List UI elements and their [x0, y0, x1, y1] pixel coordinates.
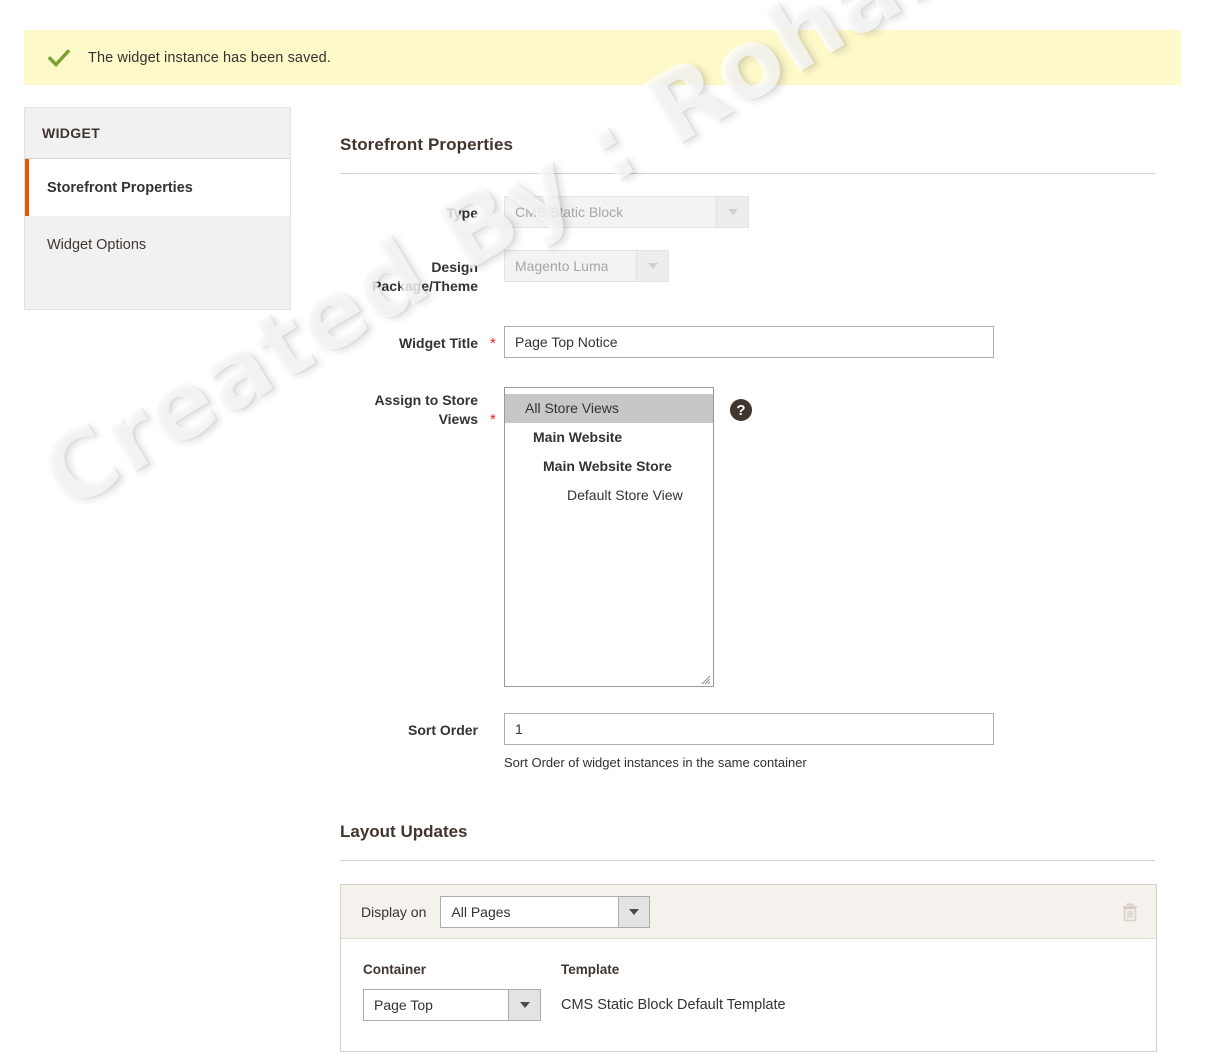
design-theme-label: Design Package/Theme: [372, 259, 478, 294]
sidebar-item-storefront-properties[interactable]: Storefront Properties: [25, 159, 290, 216]
widget-title-label: Widget Title: [399, 335, 478, 351]
type-select-value: CMS Static Block: [515, 204, 624, 220]
sort-order-input[interactable]: [504, 713, 994, 745]
type-select[interactable]: CMS Static Block: [504, 196, 749, 228]
trash-icon[interactable]: [1118, 900, 1142, 924]
template-column: Template CMS Static Block Default Templa…: [561, 962, 786, 1021]
template-value: CMS Static Block Default Template: [561, 997, 786, 1013]
store-view-option-view[interactable]: Default Store View: [505, 481, 713, 510]
field-sort-order: Sort Order Sort Order of widget instance…: [340, 713, 1165, 770]
type-required-spacer: [490, 196, 504, 205]
layout-updates-divider: [340, 860, 1155, 861]
template-header: Template: [561, 962, 620, 977]
widget-title-required-mark: *: [490, 335, 496, 352]
container-column: Container Page Top: [363, 962, 561, 1021]
main-content: Storefront Properties Type CMS Static Bl…: [340, 107, 1165, 1052]
container-select-value: Page Top: [374, 997, 433, 1013]
type-label: Type: [446, 205, 478, 221]
chevron-down-icon: [716, 197, 748, 227]
widget-title-input[interactable]: [504, 326, 994, 358]
sidebar-item-label: Widget Options: [47, 236, 147, 253]
field-design-theme: Design Package/Theme Magento Luma: [340, 250, 1165, 296]
sidebar-items: Storefront Properties Widget Options: [24, 159, 291, 310]
store-views-label: Assign to Store Views: [374, 392, 478, 427]
display-on-select[interactable]: All Pages: [440, 895, 651, 928]
section-divider: [340, 173, 1155, 174]
sort-order-label: Sort Order: [407, 722, 478, 738]
layout-update-body: Container Page Top Template CMS Static B…: [341, 939, 1156, 1051]
sidebar-item-label: Storefront Properties: [47, 179, 193, 196]
question-mark-icon[interactable]: ?: [730, 399, 752, 421]
chevron-down-icon: [508, 990, 540, 1020]
widget-sidebar: WIDGET Storefront Properties Widget Opti…: [24, 107, 291, 310]
design-theme-select-value: Magento Luma: [515, 258, 609, 274]
field-type: Type CMS Static Block: [340, 196, 1165, 228]
chevron-down-icon: [636, 251, 668, 281]
store-view-option-store[interactable]: Main Website Store: [505, 452, 713, 481]
design-theme-select[interactable]: Magento Luma: [504, 250, 669, 282]
store-views-required-mark: *: [490, 411, 496, 428]
widget-edit-page: The widget instance has been saved. WIDG…: [0, 0, 1205, 1054]
layout-updates-title: Layout Updates: [340, 822, 468, 841]
check-icon: [46, 45, 72, 71]
store-view-option-all[interactable]: All Store Views: [505, 394, 713, 423]
sort-order-required-spacer: [490, 713, 504, 722]
storefront-properties-title: Storefront Properties: [340, 135, 514, 154]
sidebar-item-widget-options[interactable]: Widget Options: [25, 216, 290, 273]
sort-order-hint: Sort Order of widget instances in the sa…: [504, 755, 807, 770]
container-select[interactable]: Page Top: [363, 989, 541, 1021]
layout-update-header: Display on All Pages: [341, 885, 1156, 939]
success-message-text: The widget instance has been saved.: [88, 49, 331, 66]
chevron-down-icon: [617, 896, 650, 927]
resize-grip-icon[interactable]: [699, 672, 711, 685]
store-view-option-website[interactable]: Main Website: [505, 423, 713, 452]
display-on-label: Display on: [361, 903, 427, 920]
display-on-select-value: All Pages: [451, 903, 511, 920]
container-header: Container: [363, 962, 427, 977]
store-views-multiselect[interactable]: All Store Views Main Website Main Websit…: [504, 387, 714, 687]
field-widget-title: Widget Title *: [340, 326, 1165, 358]
design-theme-required-spacer: [490, 250, 504, 259]
success-message-banner: The widget instance has been saved.: [24, 30, 1181, 85]
field-store-views: Assign to Store Views * All Store Views …: [340, 387, 1165, 687]
layout-update-panel: Display on All Pages Container Page Top …: [340, 884, 1157, 1052]
sidebar-heading: WIDGET: [24, 107, 291, 159]
